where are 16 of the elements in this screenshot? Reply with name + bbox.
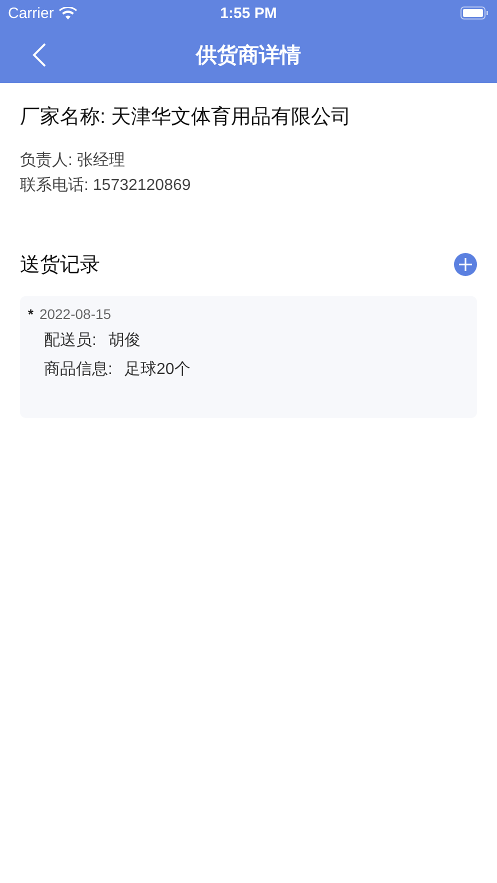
field-value: 胡俊 — [108, 330, 140, 351]
field-value: 足球20个 — [124, 360, 190, 380]
field-label: 配送员: — [44, 331, 96, 351]
supplier-name: 厂家名称: 天津华文体育用品有限公司 — [20, 105, 352, 130]
bullet-mark: * — [28, 306, 34, 322]
page-title: 供货商详情 — [196, 42, 301, 68]
carrier-label: Carrier — [8, 4, 54, 22]
section-title: 送货记录 — [20, 253, 100, 278]
wifi-icon — [58, 6, 77, 20]
add-icon[interactable] — [454, 253, 477, 276]
field-label: 商品信息: — [44, 360, 112, 380]
delivery-date: 2022-08-15 — [39, 306, 112, 322]
status-time: 1:55 PM — [220, 4, 277, 22]
contact-person: 负责人: 张经理 — [20, 150, 126, 171]
battery-icon — [460, 6, 489, 20]
contact-phone: 联系电话: 15732120869 — [20, 176, 192, 196]
